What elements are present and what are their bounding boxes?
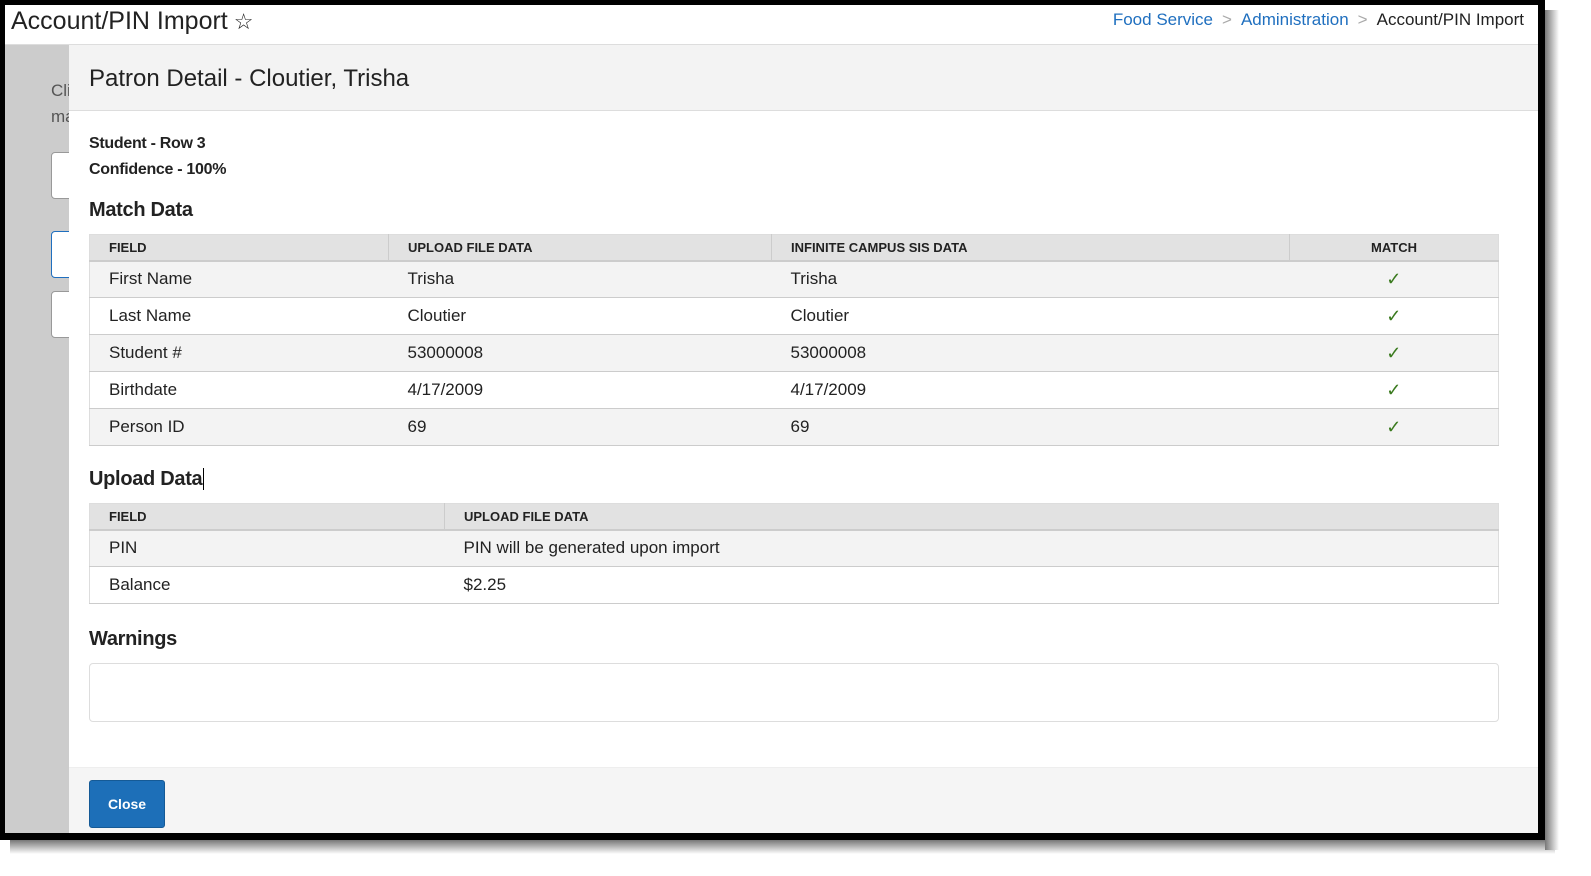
value-cell: PIN will be generated upon import [444, 529, 1499, 567]
column-header: FIELD [89, 503, 445, 531]
breadcrumb-current: Account/PIN Import [1376, 10, 1524, 29]
column-header: MATCH [1289, 234, 1499, 262]
star-outline-icon[interactable]: ☆ [234, 9, 254, 34]
table-row: Person ID 69 69 ✓ [89, 408, 1499, 446]
upload-cell: 69 [388, 408, 772, 446]
page-title: Account/PIN Import ☆ [11, 7, 253, 36]
sis-cell: Trisha [771, 260, 1290, 298]
column-header: FIELD [89, 234, 389, 262]
check-icon: ✓ [1289, 334, 1499, 372]
field-cell: Balance [89, 566, 445, 604]
shadow [10, 840, 1555, 854]
match-data-table: FIELD UPLOAD FILE DATA INFINITE CAMPUS S… [89, 234, 1499, 446]
check-icon: ✓ [1289, 260, 1499, 298]
confidence: Confidence - 100% [89, 161, 227, 178]
check-icon: ✓ [1289, 408, 1499, 446]
sis-cell: Cloutier [771, 297, 1290, 335]
upload-cell: 4/17/2009 [388, 371, 772, 409]
chevron-right-icon: > [1222, 10, 1232, 29]
field-cell: Person ID [89, 408, 389, 446]
background-page-overlay: Cli ma [5, 45, 81, 833]
upload-cell: 53000008 [388, 334, 772, 372]
top-bar: Account/PIN Import ☆ Food Service > Adminis… [5, 5, 1538, 45]
page-title-text: Account/PIN Import [11, 7, 228, 35]
table-row: First Name Trisha Trisha ✓ [89, 260, 1499, 298]
chevron-right-icon: > [1357, 10, 1368, 29]
table-row: Student #53000008 53000008 ✓ [89, 334, 1499, 372]
field-cell: PIN [89, 529, 445, 567]
breadcrumb-administration[interactable]: Administration [1241, 10, 1349, 29]
column-header: UPLOAD FILE DATA [388, 234, 772, 262]
modal-footer: Close [69, 767, 1538, 833]
table-row: Birthdate 4/17/2009 4/17/2009 ✓ [89, 371, 1499, 409]
background-text: Cli [51, 81, 71, 100]
upload-cell: Trisha [388, 260, 772, 298]
table-row: Last Name Cloutier Cloutier ✓ [89, 297, 1499, 335]
column-header: INFINITE CAMPUS SIS DATA [771, 234, 1290, 262]
text-cursor [203, 468, 205, 490]
value-cell: $2.25 [444, 566, 1499, 604]
upload-cell: Cloutier [388, 297, 772, 335]
page: Account/PIN Import ☆ Food Service > Adminis… [5, 5, 1538, 833]
modal-title: Patron Detail - Cloutier, Trisha [69, 45, 1538, 111]
shadow [1545, 10, 1559, 850]
patron-detail-modal: Patron Detail - Cloutier, Trisha Student… [69, 45, 1538, 833]
sis-cell: 4/17/2009 [771, 371, 1290, 409]
upload-data-table: FIELD UPLOAD FILE DATA PIN PIN will be ge… [89, 503, 1499, 604]
field-cell: Last Name [89, 297, 389, 335]
table-row: Balance $2.25 [89, 566, 1499, 604]
field-cell: First Name [89, 260, 389, 298]
close-button[interactable]: Close [89, 780, 165, 828]
field-cell: Student # [89, 334, 389, 372]
match-data-heading: Match Data [89, 199, 193, 221]
warnings-box [89, 663, 1499, 722]
field-cell: Birthdate [89, 371, 389, 409]
table-row: PIN PIN will be generated upon import [89, 529, 1499, 567]
breadcrumb: Food Service > Administration > Account/PIN … [1113, 10, 1524, 30]
upload-data-heading-text: Upload Data [89, 468, 203, 490]
upload-data-heading: Upload Data [89, 468, 1538, 491]
check-icon: ✓ [1289, 371, 1499, 409]
check-icon: ✓ [1289, 297, 1499, 335]
sis-cell: 53000008 [771, 334, 1290, 372]
sis-cell: 69 [771, 408, 1290, 446]
row-info: Student - Row 3 [89, 135, 206, 152]
warnings-heading: Warnings [89, 628, 177, 650]
column-header: UPLOAD FILE DATA [444, 503, 1499, 531]
breadcrumb-food-service[interactable]: Food Service [1113, 10, 1213, 29]
